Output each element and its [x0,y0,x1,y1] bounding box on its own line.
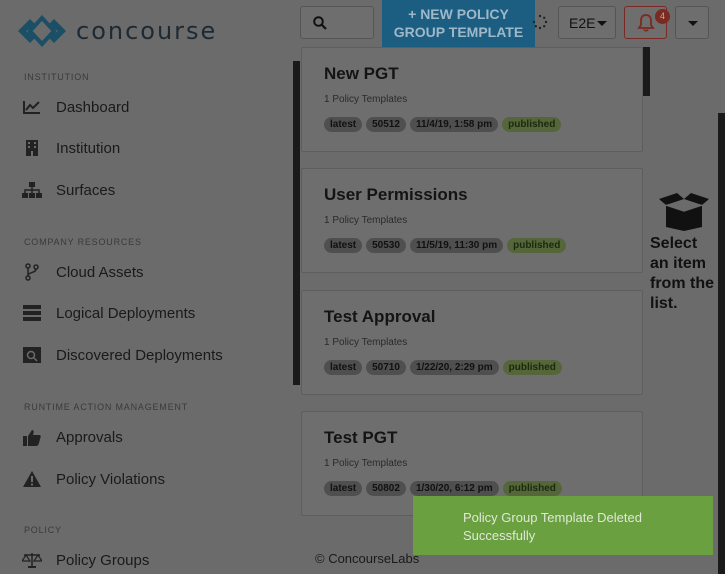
empty-state-line: list. [650,295,678,312]
toast-message-line2: Successfully [463,528,536,543]
status-badge: published [507,238,567,253]
section-label-runtime-action-management: RUNTIME ACTION MANAGEMENT [24,402,189,412]
open-box-icon [659,193,709,231]
sidebar-item-policy-groups[interactable]: Policy Groups [22,548,149,572]
version-tag: latest [324,481,363,496]
sidebar-item-discovered-deployments[interactable]: Discovered Deployments [22,343,223,367]
branch-icon [22,262,42,282]
sidebar-item-approvals[interactable]: Approvals [22,425,123,449]
date-tag: 11/4/19, 1:58 pm [409,117,499,132]
list-scrollbar[interactable] [643,47,650,96]
empty-state-line: Select [650,235,698,252]
card-tags: latest 50530 11/5/19, 11:30 pm published [324,238,567,253]
sidebar-item-policy-violations[interactable]: Policy Violations [22,467,165,491]
spinner-icon [532,14,548,30]
sidebar-item-label: Logical Deployments [56,304,196,322]
logo[interactable]: concourse [16,12,217,50]
section-label-institution: INSTITUTION [24,72,90,82]
sidebar-item-label: Institution [56,139,121,157]
date-tag: 11/5/19, 11:30 pm [409,238,504,253]
version-tag: latest [324,238,363,253]
sidebar: concourse INSTITUTION Dashboard Institut… [0,0,300,574]
new-button-line1: + NEW POLICY [408,6,509,22]
notification-count-badge: 4 [655,9,670,24]
search-icon [313,15,327,30]
date-tag: 1/30/20, 6:12 pm [409,481,499,496]
card-title: New PGT [324,64,399,83]
sidebar-item-dashboard[interactable]: Dashboard [22,95,129,119]
detail-scrollbar[interactable] [718,113,725,574]
policy-group-template-card[interactable]: User Permissions 1 Policy Templates latest… [301,168,643,273]
success-toast[interactable]: Policy Group Template Deleted Successful… [413,496,713,555]
card-title: Test PGT [324,428,398,447]
server-icon [22,303,42,323]
card-subtitle: 1 Policy Templates [324,94,408,105]
version-tag: latest [324,360,363,375]
sidebar-item-label: Cloud Assets [56,263,144,281]
footer-copyright: © ConcourseLabs [315,551,420,566]
card-tags: latest 50512 11/4/19, 1:58 pm published [324,117,562,132]
section-label-policy: POLICY [24,525,62,535]
card-tags: latest 50710 1/22/20, 2:29 pm published [324,360,562,375]
sidebar-item-label: Surfaces [56,181,116,199]
new-button-line2: GROUP TEMPLATE [393,24,524,40]
sitemap-icon [22,180,42,200]
logo-text: concourse [76,17,218,45]
search-button[interactable] [300,6,374,39]
chart-line-icon [22,97,42,117]
card-tags: latest 50802 1/30/20, 6:12 pm published [324,481,562,496]
sidebar-scrollbar[interactable] [293,61,300,385]
section-label-company-resources: COMPANY RESOURCES [24,237,142,247]
warning-icon [22,469,42,489]
date-tag: 1/22/20, 2:29 pm [409,360,499,375]
concourse-logo-icon [18,15,66,47]
card-subtitle: 1 Policy Templates [324,458,408,469]
empty-state-line: from the [650,275,714,292]
thumbs-up-icon [22,427,42,447]
chevron-down-icon [597,21,607,26]
id-tag: 50710 [366,360,406,375]
sidebar-item-cloud-assets[interactable]: Cloud Assets [22,260,144,284]
empty-state-text: Select an item from the list. [650,234,720,314]
policy-group-template-card[interactable]: Test Approval 1 Policy Templates latest 507… [301,290,643,395]
new-policy-group-template-button[interactable]: + NEW POLICY GROUP TEMPLATE [382,0,535,47]
environment-value: E2E [569,14,596,31]
building-icon [22,138,42,158]
status-badge: published [502,360,562,375]
balance-scale-icon [22,550,42,570]
policy-group-template-card[interactable]: New PGT 1 Policy Templates latest 50512 11/4… [301,47,643,152]
sidebar-item-logical-deployments[interactable]: Logical Deployments [22,301,195,325]
status-badge: published [502,117,562,132]
environment-select[interactable]: E2E [558,6,616,39]
status-badge: published [502,481,562,496]
card-subtitle: 1 Policy Templates [324,215,408,226]
sidebar-item-label: Policy Violations [56,470,165,488]
detect-icon [22,345,42,365]
sidebar-item-institution[interactable]: Institution [22,136,120,160]
sidebar-item-label: Policy Groups [56,551,150,569]
bell-icon [636,14,655,32]
sidebar-item-label: Discovered Deployments [56,346,223,364]
card-title: User Permissions [324,185,468,204]
user-menu-button[interactable] [675,6,709,39]
id-tag: 50512 [366,117,406,132]
sidebar-item-label: Dashboard [56,98,130,116]
sidebar-item-surfaces[interactable]: Surfaces [22,178,115,202]
empty-state-line: an item [650,255,707,272]
id-tag: 50530 [366,238,406,253]
card-title: Test Approval [324,307,436,326]
chevron-down-icon [688,21,698,26]
id-tag: 50802 [366,481,406,496]
sidebar-item-label: Approvals [56,428,123,446]
toast-message-line1: Policy Group Template Deleted [463,510,642,525]
card-subtitle: 1 Policy Templates [324,337,408,348]
version-tag: latest [324,117,363,132]
